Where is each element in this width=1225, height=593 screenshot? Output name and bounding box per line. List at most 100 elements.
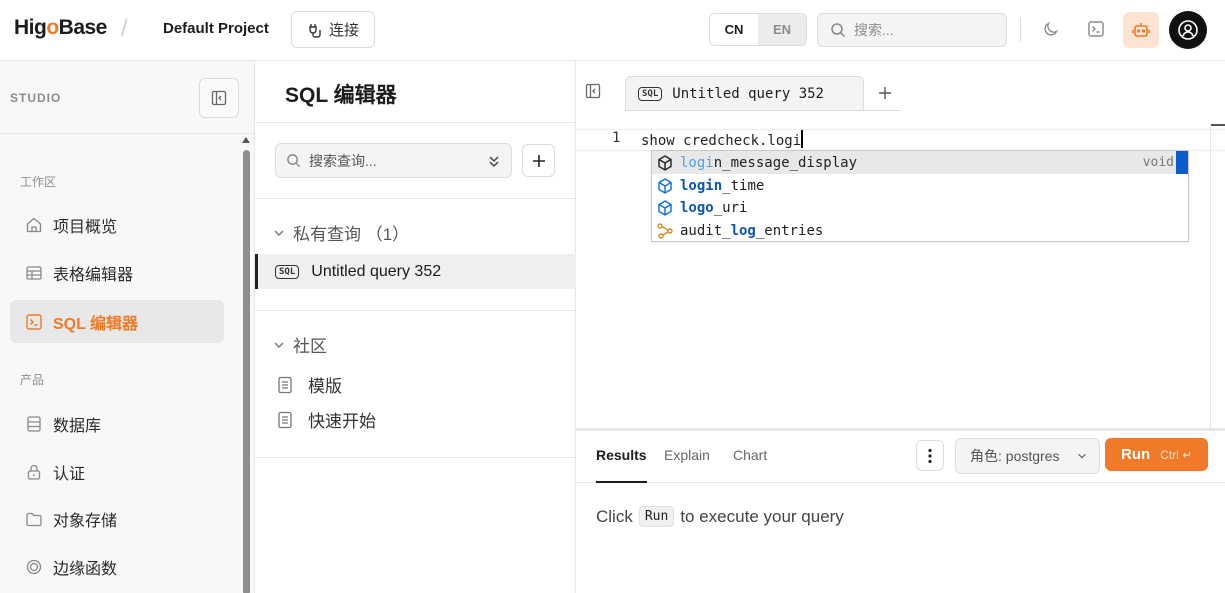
sql-icon: SQL bbox=[638, 87, 663, 101]
connect-button[interactable]: 连接 bbox=[291, 11, 375, 48]
sidebar-item-auth[interactable]: 认证 bbox=[10, 450, 224, 493]
divider bbox=[255, 310, 576, 311]
group-label-workspace: 工作区 bbox=[20, 175, 57, 189]
table-icon bbox=[26, 265, 42, 280]
breadcrumb-separator: / bbox=[121, 15, 128, 42]
community-item-label: 快速开始 bbox=[308, 412, 376, 431]
panel-toggle-button[interactable] bbox=[585, 83, 601, 102]
autocomplete-item[interactable]: logo_uri bbox=[652, 196, 1176, 219]
sidebar-item-label: 表格编辑器 bbox=[53, 266, 134, 284]
sidebar-item-overview[interactable]: 项目概览 bbox=[10, 203, 224, 246]
chevron-down-icon bbox=[274, 342, 284, 348]
lang-en-button[interactable]: EN bbox=[758, 14, 806, 45]
user-avatar[interactable] bbox=[1169, 11, 1207, 49]
autocomplete-popup: login_message_display void login_time lo… bbox=[651, 150, 1189, 242]
divider bbox=[255, 198, 576, 199]
autocomplete-item[interactable]: audit_log_entries bbox=[652, 219, 1176, 242]
document-icon bbox=[278, 376, 292, 393]
new-query-button[interactable] bbox=[522, 144, 555, 177]
plus-icon bbox=[532, 154, 545, 167]
language-switch: CN EN bbox=[709, 13, 807, 46]
autocomplete-scrollbar[interactable] bbox=[1176, 151, 1188, 174]
sidebar-item-label: 边缘函数 bbox=[53, 560, 118, 578]
run-chip: Run bbox=[638, 506, 675, 527]
more-options-button[interactable] bbox=[916, 440, 944, 471]
add-tab-button[interactable] bbox=[874, 78, 896, 108]
editor-area: SQL Untitled query 352 1 show credcheck.… bbox=[576, 61, 1225, 593]
sidebar-item-sql-editor[interactable]: SQL 编辑器 bbox=[10, 300, 224, 343]
sidebar-item-label: 项目概览 bbox=[53, 218, 118, 236]
chevrons-icon[interactable] bbox=[487, 153, 501, 169]
sidebar-item-database[interactable]: 数据库 bbox=[10, 402, 224, 445]
tab-explain[interactable]: Explain bbox=[664, 447, 710, 483]
divider bbox=[255, 457, 576, 458]
group-label-product: 产品 bbox=[20, 373, 45, 387]
rest-text: _entries bbox=[755, 222, 824, 239]
folder-icon bbox=[26, 512, 42, 526]
global-search-input[interactable]: 搜索... bbox=[817, 13, 1007, 47]
section-community[interactable]: 社区 bbox=[273, 332, 327, 357]
search-icon bbox=[287, 154, 301, 168]
sidebar-item-label: 认证 bbox=[53, 465, 86, 483]
message-text: Click bbox=[596, 506, 633, 526]
editor-tab-label: Untitled query 352 bbox=[672, 86, 824, 102]
autocomplete-item[interactable]: login_message_display void bbox=[652, 151, 1176, 174]
query-item[interactable]: SQL Untitled query 352 bbox=[255, 254, 576, 289]
section-private-queries[interactable]: 私有查询 （1） bbox=[273, 220, 409, 245]
message-text: to execute your query bbox=[680, 506, 844, 526]
query-search-input[interactable]: 搜索查询... bbox=[275, 143, 512, 178]
top-bar: HigoBase / Default Project 连接 CN EN 搜索..… bbox=[0, 0, 1225, 61]
sidebar-scrollbar[interactable] bbox=[243, 150, 250, 593]
logo[interactable]: HigoBase bbox=[14, 16, 107, 40]
autocomplete-item[interactable]: login_time bbox=[652, 174, 1176, 197]
cube-blue-icon bbox=[658, 199, 672, 216]
database-icon bbox=[27, 415, 41, 432]
plus-icon bbox=[879, 87, 891, 99]
rest-text: _time bbox=[722, 177, 765, 194]
pre-text: audit_ bbox=[680, 222, 731, 239]
cube-blue-icon bbox=[658, 177, 672, 194]
code-editor-input[interactable]: show credcheck.logi bbox=[641, 130, 803, 149]
role-select[interactable]: 角色: postgres bbox=[955, 438, 1100, 474]
editor-scrollbar[interactable] bbox=[1210, 123, 1225, 428]
query-item-label: Untitled query 352 bbox=[311, 262, 442, 280]
user-icon bbox=[1178, 20, 1198, 40]
sidebar-item-label: SQL 编辑器 bbox=[53, 315, 139, 333]
sidebar-collapse-button[interactable] bbox=[199, 78, 239, 118]
theme-toggle-button[interactable] bbox=[1038, 16, 1064, 42]
query-list-panel: SQL 编辑器 搜索查询... 私有查询 （1） SQL Untitled qu… bbox=[255, 61, 576, 593]
search-icon bbox=[831, 23, 846, 38]
editor-tab[interactable]: SQL Untitled query 352 bbox=[625, 76, 864, 111]
terminal-button[interactable] bbox=[1083, 16, 1109, 42]
project-name[interactable]: Default Project bbox=[163, 20, 269, 37]
divider bbox=[255, 122, 576, 123]
match-text: logo bbox=[680, 199, 714, 216]
code-text: show credcheck.logi bbox=[641, 133, 802, 149]
line-number: 1 bbox=[612, 130, 621, 146]
tab-results[interactable]: Results bbox=[596, 447, 647, 483]
plug-icon bbox=[309, 23, 321, 38]
scroll-up-arrow[interactable] bbox=[242, 137, 250, 143]
robot-icon bbox=[1132, 23, 1150, 37]
sidebar-item-table-editor[interactable]: 表格编辑器 bbox=[10, 251, 224, 294]
community-item-templates[interactable]: 模版 bbox=[277, 372, 342, 397]
tab-underline bbox=[625, 110, 901, 111]
sidebar-item-edge-functions[interactable]: 边缘函数 bbox=[10, 545, 224, 588]
moon-icon bbox=[1044, 22, 1058, 36]
tab-chart[interactable]: Chart bbox=[733, 447, 767, 483]
query-search-placeholder: 搜索查询... bbox=[309, 152, 377, 169]
sidebar-item-storage[interactable]: 对象存储 bbox=[10, 497, 224, 540]
divider bbox=[1020, 18, 1021, 42]
community-item-quickstart[interactable]: 快速开始 bbox=[277, 407, 376, 432]
home-icon bbox=[26, 217, 42, 232]
sql-icon: SQL bbox=[275, 264, 300, 279]
section-label: 社区 bbox=[293, 337, 327, 356]
role-select-label: 角色: postgres bbox=[970, 448, 1060, 464]
run-button[interactable]: Run Ctrl ↵ bbox=[1105, 438, 1208, 471]
match-text: log bbox=[730, 222, 756, 239]
lock-icon bbox=[27, 464, 41, 480]
chevron-down-icon bbox=[1078, 453, 1086, 459]
terminal-icon bbox=[26, 313, 42, 330]
lang-cn-button[interactable]: CN bbox=[710, 14, 758, 45]
ai-assistant-button[interactable] bbox=[1123, 12, 1159, 48]
